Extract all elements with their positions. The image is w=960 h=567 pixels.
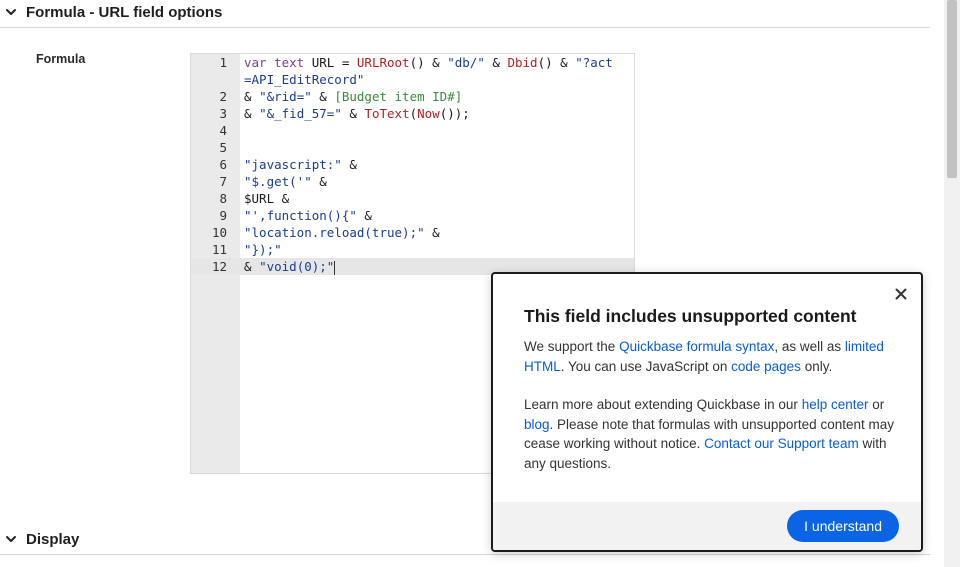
code-line[interactable]: 5 bbox=[191, 139, 634, 156]
code-token: Now bbox=[417, 106, 440, 121]
code-token: & bbox=[244, 259, 260, 274]
code-token: & bbox=[244, 106, 260, 121]
code-line[interactable]: 11 "});" bbox=[191, 241, 634, 258]
line-number: 4 bbox=[219, 123, 227, 138]
text: Learn more about extending Quickbase in … bbox=[524, 397, 802, 412]
link-help-center[interactable]: help center bbox=[802, 397, 869, 412]
line-number: 9 bbox=[219, 208, 227, 223]
code-token: $URL & bbox=[244, 191, 290, 206]
code-token: "$.get('" bbox=[244, 174, 312, 189]
code-token: URLRoot bbox=[356, 55, 410, 70]
code-token: "location.reload(true);" bbox=[244, 225, 425, 240]
line-text: "',function(){" & bbox=[244, 207, 372, 224]
code-line[interactable]: 4 bbox=[191, 122, 634, 139]
chevron-down-icon bbox=[6, 9, 16, 15]
unsupported-content-dialog: This field includes unsupported content … bbox=[491, 272, 923, 552]
code-token: "void(0);" bbox=[259, 259, 335, 274]
line-text: & "void(0);" bbox=[244, 258, 336, 275]
code-token: & bbox=[311, 174, 327, 189]
text: , as well as bbox=[774, 339, 845, 354]
section-header-formula-options[interactable]: Formula - URL field options bbox=[0, 0, 930, 28]
code-token: & bbox=[244, 89, 260, 104]
line-number: 12 bbox=[211, 259, 227, 274]
section-title: Display bbox=[26, 530, 80, 548]
code-lines: 1 var text URL = URLRoot() & "db/" & Dbid… bbox=[191, 54, 634, 275]
line-text: "location.reload(true);" & bbox=[244, 224, 440, 241]
code-line[interactable]: 6 "javascript:" & bbox=[191, 156, 634, 173]
code-line[interactable]: 9 "',function(){" & bbox=[191, 207, 634, 224]
code-line[interactable]: =API_EditRecord" bbox=[191, 71, 634, 88]
code-token: & bbox=[484, 55, 508, 70]
code-token: Dbid bbox=[507, 55, 538, 70]
code-line[interactable]: 7 "$.get('" & bbox=[191, 173, 634, 190]
scrollbar-thumb[interactable] bbox=[947, 0, 957, 178]
chevron-down-icon bbox=[6, 536, 16, 542]
line-text: "$.get('" & bbox=[244, 173, 327, 190]
line-text: & "&rid=" & [Budget item ID#] bbox=[244, 88, 462, 105]
code-line[interactable]: 2 & "&rid=" & [Budget item ID#] bbox=[191, 88, 634, 105]
line-number: 8 bbox=[219, 191, 227, 206]
i-understand-button[interactable]: I understand bbox=[787, 510, 899, 542]
line-text: & "&_fid_57=" & ToText(Now()); bbox=[244, 105, 470, 122]
close-icon[interactable] bbox=[893, 286, 909, 302]
text: . You can use JavaScript on bbox=[560, 358, 732, 374]
code-token: ( bbox=[409, 106, 418, 121]
section-title: Formula - URL field options bbox=[26, 3, 223, 21]
line-text: "javascript:" & bbox=[244, 156, 357, 173]
link-code-pages[interactable]: code pages bbox=[731, 359, 801, 374]
text-cursor bbox=[334, 260, 336, 275]
code-line[interactable]: 1 var text URL = URLRoot() & "db/" & Dbid… bbox=[191, 54, 634, 71]
line-text: var text URL = URLRoot() & "db/" & Dbid(… bbox=[244, 54, 613, 71]
dialog-footer: I understand bbox=[493, 502, 921, 550]
dialog-paragraph-support: We support the Quickbase formula syntax,… bbox=[524, 337, 899, 376]
line-number: 6 bbox=[219, 157, 227, 172]
code-token: ToText bbox=[364, 106, 410, 121]
code-token: "db/" bbox=[447, 55, 485, 70]
code-token: () & bbox=[409, 55, 448, 70]
code-token: "javascript:" bbox=[244, 157, 342, 172]
code-token: "&_fid_57=" bbox=[259, 106, 342, 121]
line-number: 10 bbox=[211, 225, 227, 240]
line-text: =API_EditRecord" bbox=[244, 71, 364, 88]
dialog-paragraph-learn-more: Learn more about extending Quickbase in … bbox=[524, 395, 899, 473]
code-token: & bbox=[341, 106, 365, 121]
line-number: 11 bbox=[211, 242, 227, 257]
code-token: "?act bbox=[575, 55, 613, 70]
code-token: [Budget item ID#] bbox=[334, 89, 463, 104]
link-blog[interactable]: blog bbox=[524, 417, 550, 432]
code-token: ()); bbox=[439, 106, 470, 121]
code-line[interactable]: 3 & "&_fid_57=" & ToText(Now()); bbox=[191, 105, 634, 122]
code-token: "});" bbox=[244, 242, 282, 257]
code-token: "&rid=" bbox=[259, 89, 312, 104]
line-number: 5 bbox=[219, 140, 227, 155]
dialog-title: This field includes unsupported content bbox=[524, 306, 857, 326]
code-token: & bbox=[356, 208, 372, 223]
code-token: & bbox=[341, 157, 357, 172]
text: We support the bbox=[524, 339, 620, 354]
line-number: 2 bbox=[219, 89, 227, 104]
text: or bbox=[868, 397, 885, 412]
code-line[interactable]: 10 "location.reload(true);" & bbox=[191, 224, 634, 241]
link-formula-syntax[interactable]: Quickbase formula syntax bbox=[619, 339, 774, 354]
code-token: var bbox=[244, 55, 275, 70]
formula-field-label: Formula bbox=[36, 52, 86, 66]
page-scrollbar[interactable] bbox=[944, 0, 960, 567]
code-token: =API_EditRecord" bbox=[244, 72, 365, 87]
code-token: "',function(){" bbox=[244, 208, 357, 223]
line-number: 1 bbox=[219, 55, 227, 70]
code-line[interactable]: 8 $URL & bbox=[191, 190, 634, 207]
text: only. bbox=[800, 358, 833, 374]
line-text: $URL & bbox=[244, 190, 289, 207]
line-text: "});" bbox=[244, 241, 282, 258]
code-token: () & bbox=[537, 55, 576, 70]
code-token: URL = bbox=[311, 55, 357, 70]
line-number: 3 bbox=[219, 106, 227, 121]
link-contact-support[interactable]: Contact our Support team bbox=[704, 436, 859, 451]
code-token: text bbox=[274, 55, 312, 70]
line-number: 7 bbox=[219, 174, 227, 189]
code-token: & bbox=[311, 89, 335, 104]
code-token: & bbox=[424, 225, 440, 240]
